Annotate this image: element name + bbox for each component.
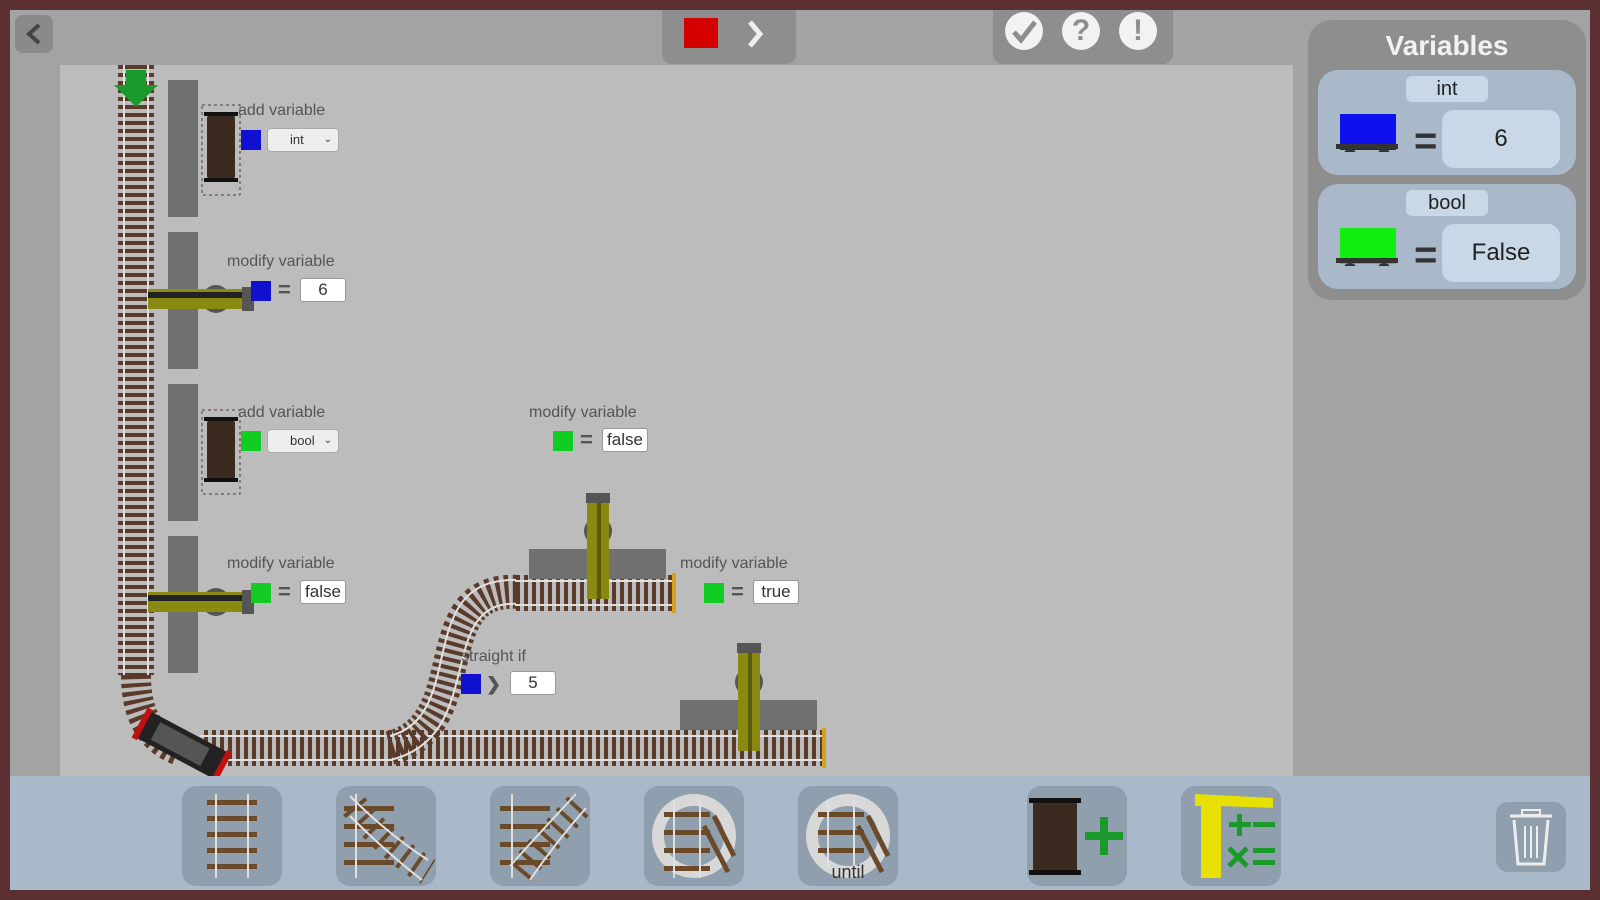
loop-track-button[interactable]: [644, 786, 744, 886]
check-icon[interactable]: [1005, 12, 1043, 50]
variable-crane-icon: [1195, 794, 1275, 878]
int-wagon-siding: [201, 104, 241, 196]
chevron-down-icon: ⌄: [323, 435, 332, 446]
modify-bool-label: modify variable: [680, 555, 788, 572]
equals-sign: =: [1414, 233, 1438, 277]
play-chevron-icon[interactable]: [740, 14, 770, 54]
variable-card-int: int = 6: [1318, 70, 1576, 175]
modify-int-barrier: [148, 285, 254, 313]
straight-track-icon: [207, 794, 257, 878]
curve-right-track-button[interactable]: [490, 786, 590, 886]
straight-if-label: straight if: [461, 648, 526, 665]
int-color-swatch: [461, 674, 481, 694]
curve-right-track-icon: [500, 792, 590, 881]
equals-sign: =: [278, 277, 291, 302]
green-wagon-icon: [1336, 228, 1398, 266]
check-controls: ? !: [993, 10, 1173, 64]
variable-type-label: int: [1406, 76, 1488, 102]
modify-int-value-input[interactable]: 6: [300, 278, 346, 302]
bool-color-swatch: [251, 583, 271, 603]
help-icon[interactable]: ?: [1062, 12, 1100, 50]
curve-left-track-button[interactable]: [336, 786, 436, 886]
greater-than-operator[interactable]: ❯: [486, 674, 501, 694]
add-wagon-icon: [1029, 798, 1123, 875]
vertical-track: [118, 65, 154, 675]
curve-left-track-icon: [343, 794, 436, 884]
stop-button[interactable]: [684, 18, 718, 48]
loop-track-icon: [652, 794, 737, 878]
chevron-left-icon: [26, 23, 41, 45]
app-frame: ? ! add variable int ⌄ modify variable =…: [10, 10, 1590, 890]
trash-button[interactable]: [1496, 802, 1566, 872]
back-button[interactable]: [15, 15, 53, 53]
variable-type-label: bool: [1406, 190, 1488, 216]
straight-track-button[interactable]: [182, 786, 282, 886]
modify-bool-value-input[interactable]: false: [300, 580, 346, 604]
variable-card-bool: bool = False: [1318, 184, 1576, 289]
variable-crane-button[interactable]: [1181, 786, 1281, 886]
straight-if-value-input[interactable]: 5: [510, 671, 556, 695]
add-bool-label: add variable: [238, 404, 326, 421]
bool-color-swatch: [553, 431, 573, 451]
chevron-down-icon: ⌄: [323, 134, 332, 145]
add-wagon-button[interactable]: [1027, 786, 1127, 886]
until-label: until: [831, 862, 865, 882]
variables-title: Variables: [1385, 30, 1509, 61]
alert-icon[interactable]: !: [1119, 12, 1157, 50]
blue-wagon-icon: [1336, 114, 1398, 152]
modify-bool-value-input[interactable]: false: [602, 428, 648, 452]
track-layout: [114, 65, 826, 783]
until-loop-track-button[interactable]: until: [798, 786, 898, 886]
add-int-label: add variable: [238, 102, 326, 119]
variables-panel: Variables int = 6 bool = False: [1308, 20, 1586, 300]
bool-wagon-siding: [201, 409, 241, 495]
int-type-dropdown[interactable]: int ⌄: [267, 128, 339, 152]
equals-sign: =: [731, 579, 744, 604]
modify-bool-barrier: [148, 588, 254, 616]
modify-bool-label: modify variable: [227, 555, 335, 572]
int-color-swatch: [251, 281, 271, 301]
equals-sign: =: [278, 579, 291, 604]
variable-value: 6: [1442, 110, 1560, 168]
modify-bool-label: modify variable: [529, 404, 637, 421]
bottom-toolbar: until: [10, 776, 1590, 890]
modify-int-label: modify variable: [227, 253, 335, 270]
bool-type-dropdown[interactable]: bool ⌄: [267, 429, 339, 453]
trash-icon: [1510, 809, 1552, 866]
run-controls: [662, 10, 796, 64]
variable-value: False: [1442, 224, 1560, 282]
int-color-swatch: [241, 130, 261, 150]
bottom-track: [200, 728, 826, 768]
modify-bool-value-input[interactable]: true: [753, 580, 799, 604]
bool-color-swatch: [241, 431, 261, 451]
bool-color-swatch: [704, 583, 724, 603]
equals-sign: =: [580, 427, 593, 452]
equals-sign: =: [1414, 119, 1438, 163]
